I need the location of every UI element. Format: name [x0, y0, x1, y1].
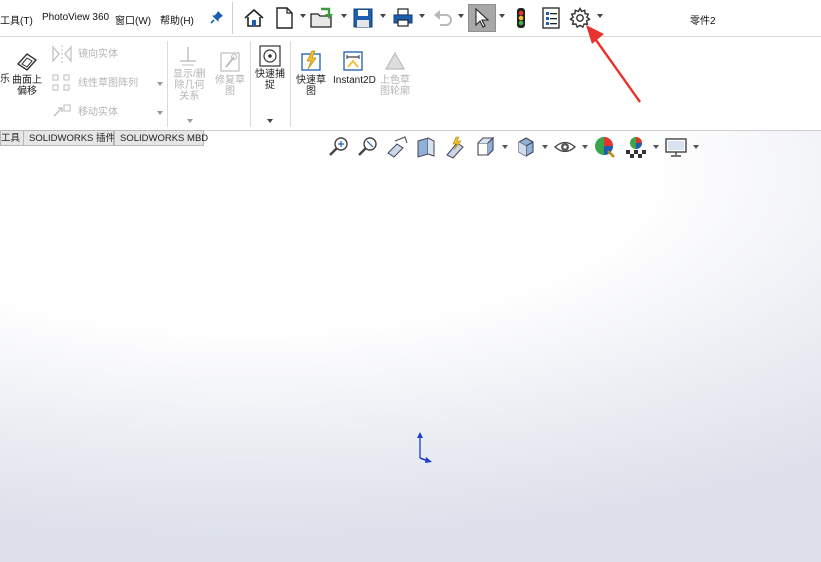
- instant2d-icon[interactable]: [341, 49, 365, 76]
- relations-dropdown-icon: [187, 119, 193, 123]
- quick-snaps-label[interactable]: 快速捕 捉: [255, 69, 285, 91]
- toolbar-separator: [232, 2, 233, 34]
- dynamic-annotation-icon: [446, 136, 464, 159]
- display-style-icon: [518, 137, 534, 157]
- move-entity-label: 移动实体: [78, 107, 118, 118]
- file-properties-button[interactable]: [538, 5, 564, 31]
- quick-snaps-icon[interactable]: [258, 44, 282, 71]
- new-document-button[interactable]: [271, 5, 297, 31]
- move-entity-icon: [51, 102, 73, 123]
- eye-icon: [554, 141, 576, 153]
- hide-show-items-button[interactable]: [553, 135, 577, 159]
- new-dropdown-icon[interactable]: [300, 14, 306, 18]
- display-style-dropdown-icon[interactable]: [542, 145, 548, 149]
- previous-view-button[interactable]: [385, 135, 409, 159]
- zoom-to-fit-button[interactable]: [327, 135, 351, 159]
- display-style-button[interactable]: [514, 135, 538, 159]
- dynamic-annotation-view-button[interactable]: [443, 135, 467, 159]
- repair-sketch-label: 修复草 图: [215, 75, 245, 97]
- cursor-arrow-icon: [475, 7, 490, 28]
- rapid-sketch-icon[interactable]: [299, 49, 323, 76]
- home-button[interactable]: [241, 5, 267, 31]
- linear-pattern-label: 线性草图阵列: [78, 78, 138, 89]
- document-title: 零件2: [690, 16, 716, 27]
- save-button[interactable]: [350, 5, 376, 31]
- open-folder-icon: [310, 7, 333, 28]
- save-dropdown-icon[interactable]: [380, 14, 386, 18]
- surface-offset-icon[interactable]: [15, 50, 39, 77]
- print-icon: [393, 8, 413, 27]
- zoom-to-area-icon: [358, 137, 377, 156]
- surface-offset-label[interactable]: 曲面上 偏移: [12, 75, 42, 97]
- monitor-icon: [665, 138, 687, 157]
- ribbon-separator: [290, 41, 291, 127]
- edit-appearance-button[interactable]: [593, 135, 617, 159]
- tab-solidworks-mbd[interactable]: SOLIDWORKS MBD: [114, 130, 208, 146]
- apply-scene-button[interactable]: [624, 135, 648, 159]
- traffic-light-icon: [517, 8, 525, 28]
- menu-tools[interactable]: 工具(T): [0, 12, 33, 27]
- menu-help[interactable]: 帮助(H): [160, 12, 194, 27]
- select-dropdown-icon[interactable]: [499, 14, 505, 18]
- ribbon-separator: [250, 41, 251, 127]
- tab-solidworks-addins[interactable]: SOLIDWORKS 插件: [23, 130, 115, 146]
- section-view-icon: [417, 137, 435, 158]
- select-button[interactable]: [468, 4, 496, 32]
- quick-snaps-dropdown-icon[interactable]: [267, 119, 273, 123]
- shaded-sketch-contours-icon: [383, 50, 407, 77]
- move-entity-dropdown-icon: [157, 111, 163, 115]
- open-button[interactable]: [309, 5, 335, 31]
- rapid-sketch-label[interactable]: 快速草 图: [296, 75, 326, 97]
- reference-triad-icon: [412, 430, 434, 464]
- menu-window[interactable]: 窗口(W): [115, 12, 151, 27]
- shaded-sketch-contours-label: 上色草 图轮廓: [380, 75, 410, 97]
- mirror-entity-label: 镜向实体: [78, 49, 118, 60]
- ribbon-separator: [167, 41, 168, 127]
- file-properties-icon: [542, 7, 560, 29]
- cut-label[interactable]: 乐: [0, 74, 10, 85]
- zoom-to-fit-icon: [329, 137, 348, 156]
- view-settings-button[interactable]: [664, 135, 688, 159]
- graphics-area[interactable]: [0, 131, 821, 562]
- instant2d-label[interactable]: Instant2D: [333, 75, 376, 86]
- previous-view-icon: [387, 136, 408, 158]
- options-dropdown-icon[interactable]: [597, 14, 603, 18]
- scene-icon: [626, 137, 646, 158]
- view-orientation-button[interactable]: [474, 135, 498, 159]
- undo-button[interactable]: [429, 5, 455, 31]
- rebuild-button[interactable]: [508, 5, 534, 31]
- linear-pattern-icon: [51, 73, 73, 96]
- undo-icon: [434, 10, 452, 26]
- title-bar: 工具(T) PhotoView 360 窗口(W) 帮助(H) 零件2: [0, 0, 821, 37]
- display-delete-relations-icon: [177, 45, 199, 72]
- view-orientation-dropdown-icon[interactable]: [502, 145, 508, 149]
- apply-scene-dropdown-icon[interactable]: [653, 145, 659, 149]
- pin-icon[interactable]: [210, 10, 224, 24]
- repair-sketch-icon: [218, 50, 242, 77]
- mirror-entity-icon: [51, 45, 73, 66]
- save-icon: [353, 8, 373, 28]
- new-document-icon: [276, 7, 293, 29]
- view-settings-dropdown-icon[interactable]: [693, 145, 699, 149]
- open-dropdown-icon[interactable]: [341, 14, 347, 18]
- appearance-sphere-icon: [595, 137, 615, 158]
- section-view-button[interactable]: [414, 135, 438, 159]
- home-icon: [244, 8, 264, 27]
- print-button[interactable]: [390, 5, 416, 31]
- undo-dropdown-icon[interactable]: [458, 14, 464, 18]
- menu-photoview360[interactable]: PhotoView 360: [42, 12, 109, 23]
- command-manager-ribbon: 乐 曲面上 偏移 镜向实体 线性草图阵列 移动实体 显示/删 除几何 关系 修复…: [0, 37, 821, 131]
- linear-pattern-dropdown-icon: [157, 82, 163, 86]
- hide-show-dropdown-icon[interactable]: [582, 145, 588, 149]
- display-delete-relations-label: 显示/删 除几何 关系: [173, 69, 206, 102]
- view-orientation-icon: [477, 136, 495, 156]
- annotation-arrow-icon: [580, 22, 650, 106]
- zoom-to-area-button[interactable]: [356, 135, 380, 159]
- print-dropdown-icon[interactable]: [419, 14, 425, 18]
